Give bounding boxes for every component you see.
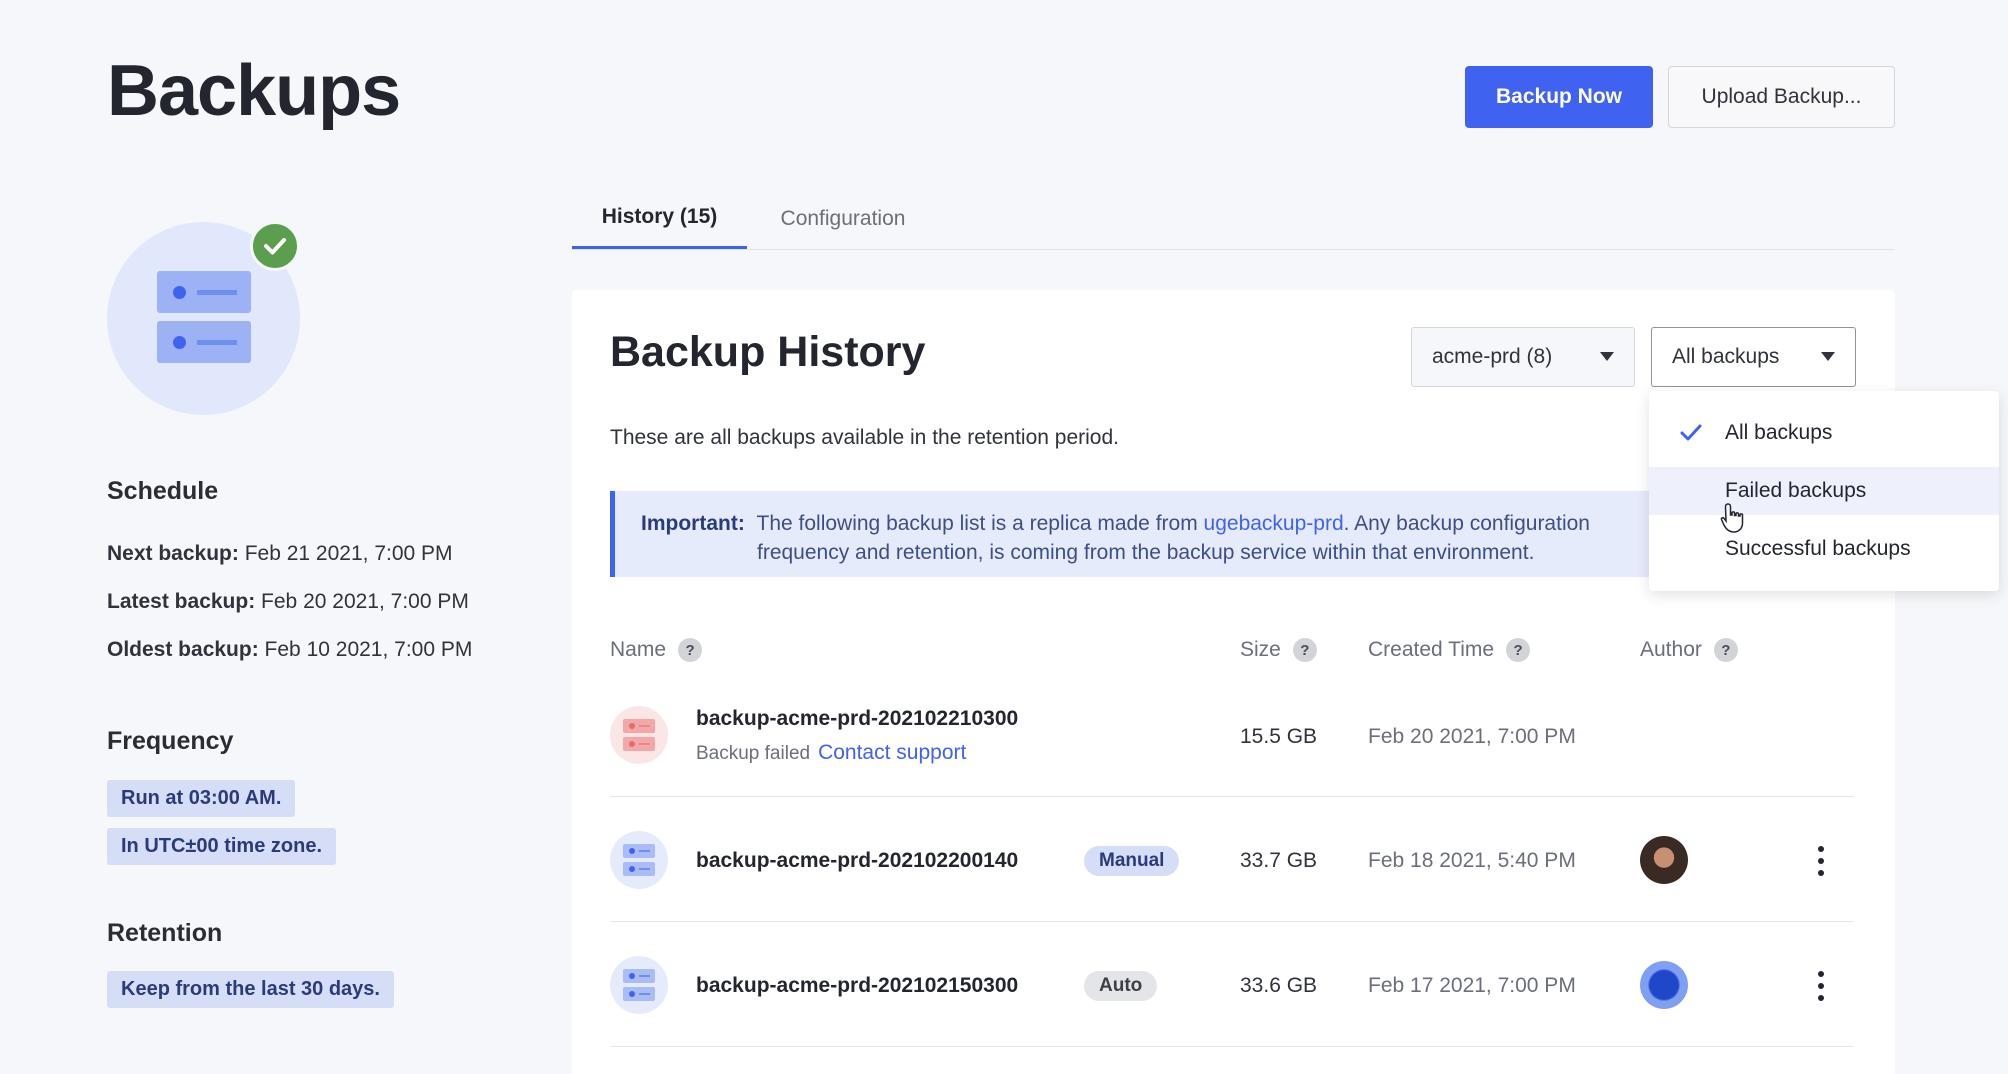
history-description: These are all backups available in the r… — [610, 426, 1119, 449]
tab-divider — [572, 249, 1895, 250]
contact-support-link[interactable]: Contact support — [818, 741, 966, 764]
column-created-label: Created Time — [1368, 638, 1495, 661]
frequency-pill: Run at 03:00 AM. — [107, 780, 296, 817]
author-avatar[interactable] — [1640, 836, 1688, 884]
row-divider — [610, 921, 1854, 922]
checkmark-icon — [1680, 424, 1702, 441]
tab-configuration[interactable]: Configuration — [750, 188, 936, 250]
backup-icon — [610, 956, 668, 1014]
environment-select-value: acme-prd (8) — [1432, 345, 1553, 368]
menu-item-label: All backups — [1725, 421, 1833, 444]
backup-status: Backup failed Contact support — [696, 741, 966, 765]
tab-history[interactable]: History (15) — [572, 188, 747, 250]
auto-badge: Auto — [1084, 971, 1158, 1001]
card-title: Backup History — [610, 328, 926, 376]
next-backup-value: Feb 21 2021, 7:00 PM — [244, 542, 453, 565]
backup-filter-value: All backups — [1672, 345, 1780, 368]
backup-name[interactable]: backup-acme-prd-202102200140 — [696, 849, 1018, 873]
notice-text-after: . Any backup configuration — [1343, 512, 1590, 535]
page-title: Backups — [107, 51, 401, 131]
server-icon — [157, 271, 251, 367]
backup-created: Feb 20 2021, 7:00 PM — [1368, 725, 1576, 748]
menu-item-failed-backups[interactable]: Failed backups — [1649, 467, 1999, 515]
latest-backup-label: Latest backup: — [107, 590, 256, 613]
retention-pill: Keep from the last 30 days. — [107, 971, 394, 1008]
column-size-label: Size — [1240, 638, 1281, 661]
column-size: Size? — [1240, 638, 1317, 662]
menu-item-label: Failed backups — [1725, 479, 1867, 502]
row-divider — [610, 796, 1854, 797]
more-options-icon[interactable] — [1808, 841, 1834, 881]
author-avatar[interactable] — [1640, 961, 1688, 1009]
failed-backup-icon — [610, 706, 668, 764]
column-author: Author? — [1640, 638, 1738, 662]
backup-icon — [610, 831, 668, 889]
backup-created: Feb 18 2021, 5:40 PM — [1368, 849, 1576, 872]
environment-select[interactable]: acme-prd (8) — [1411, 327, 1635, 387]
next-backup-label: Next backup: — [107, 542, 239, 565]
hand-cursor-icon — [1720, 503, 1744, 533]
oldest-backup: Oldest backup: Feb 10 2021, 7:00 PM — [107, 638, 472, 662]
frequency-heading: Frequency — [107, 727, 234, 755]
backup-size: 15.5 GB — [1240, 725, 1318, 748]
latest-backup: Latest backup: Feb 20 2021, 7:00 PM — [107, 590, 469, 614]
schedule-heading: Schedule — [107, 477, 219, 505]
notice-text-before: The following backup list is a replica m… — [756, 512, 1204, 535]
backup-filter-select[interactable]: All backups — [1651, 327, 1856, 387]
timezone-pill: In UTC±00 time zone. — [107, 828, 337, 865]
backup-name[interactable]: backup-acme-prd-202102150300 — [696, 974, 1018, 998]
column-author-label: Author — [1640, 638, 1702, 661]
menu-item-successful-backups[interactable]: Successful backups — [1649, 525, 1999, 573]
backup-status-text: Backup failed — [696, 743, 811, 764]
notice-label: Important: — [641, 512, 745, 535]
backup-created: Feb 17 2021, 7:00 PM — [1368, 974, 1576, 997]
menu-item-all-backups[interactable]: All backups — [1649, 409, 1999, 457]
backup-filter-menu: All backups Failed backups Successful ba… — [1649, 391, 1999, 591]
oldest-backup-label: Oldest backup: — [107, 638, 259, 661]
next-backup: Next backup: Feb 21 2021, 7:00 PM — [107, 542, 453, 566]
notice-environment-link[interactable]: ugebackup-prd — [1204, 512, 1344, 535]
backup-size: 33.6 GB — [1240, 974, 1318, 997]
help-icon[interactable]: ? — [678, 638, 703, 662]
column-created: Created Time? — [1368, 638, 1531, 662]
notice-line2: frequency and retention, is coming from … — [757, 541, 1535, 564]
menu-item-label: Successful backups — [1725, 537, 1911, 560]
latest-backup-value: Feb 20 2021, 7:00 PM — [261, 590, 469, 613]
more-options-icon[interactable] — [1808, 966, 1834, 1006]
backup-name[interactable]: backup-acme-prd-202102210300 — [696, 707, 1018, 731]
caret-down-icon — [1821, 352, 1835, 361]
upload-backup-button[interactable]: Upload Backup... — [1668, 66, 1895, 128]
success-check-icon — [250, 221, 300, 271]
column-name: Name? — [610, 638, 703, 662]
retention-heading: Retention — [107, 919, 223, 947]
column-name-label: Name — [610, 638, 667, 661]
backup-size: 33.7 GB — [1240, 849, 1318, 872]
help-icon[interactable]: ? — [1292, 638, 1317, 662]
important-notice: Important: The following backup list is … — [610, 491, 1650, 577]
oldest-backup-value: Feb 10 2021, 7:00 PM — [264, 638, 473, 661]
caret-down-icon — [1600, 352, 1614, 361]
row-divider — [610, 1046, 1854, 1047]
manual-badge: Manual — [1084, 846, 1180, 876]
backup-now-button[interactable]: Backup Now — [1465, 66, 1653, 128]
help-icon[interactable]: ? — [1713, 638, 1738, 662]
help-icon[interactable]: ? — [1506, 638, 1531, 662]
